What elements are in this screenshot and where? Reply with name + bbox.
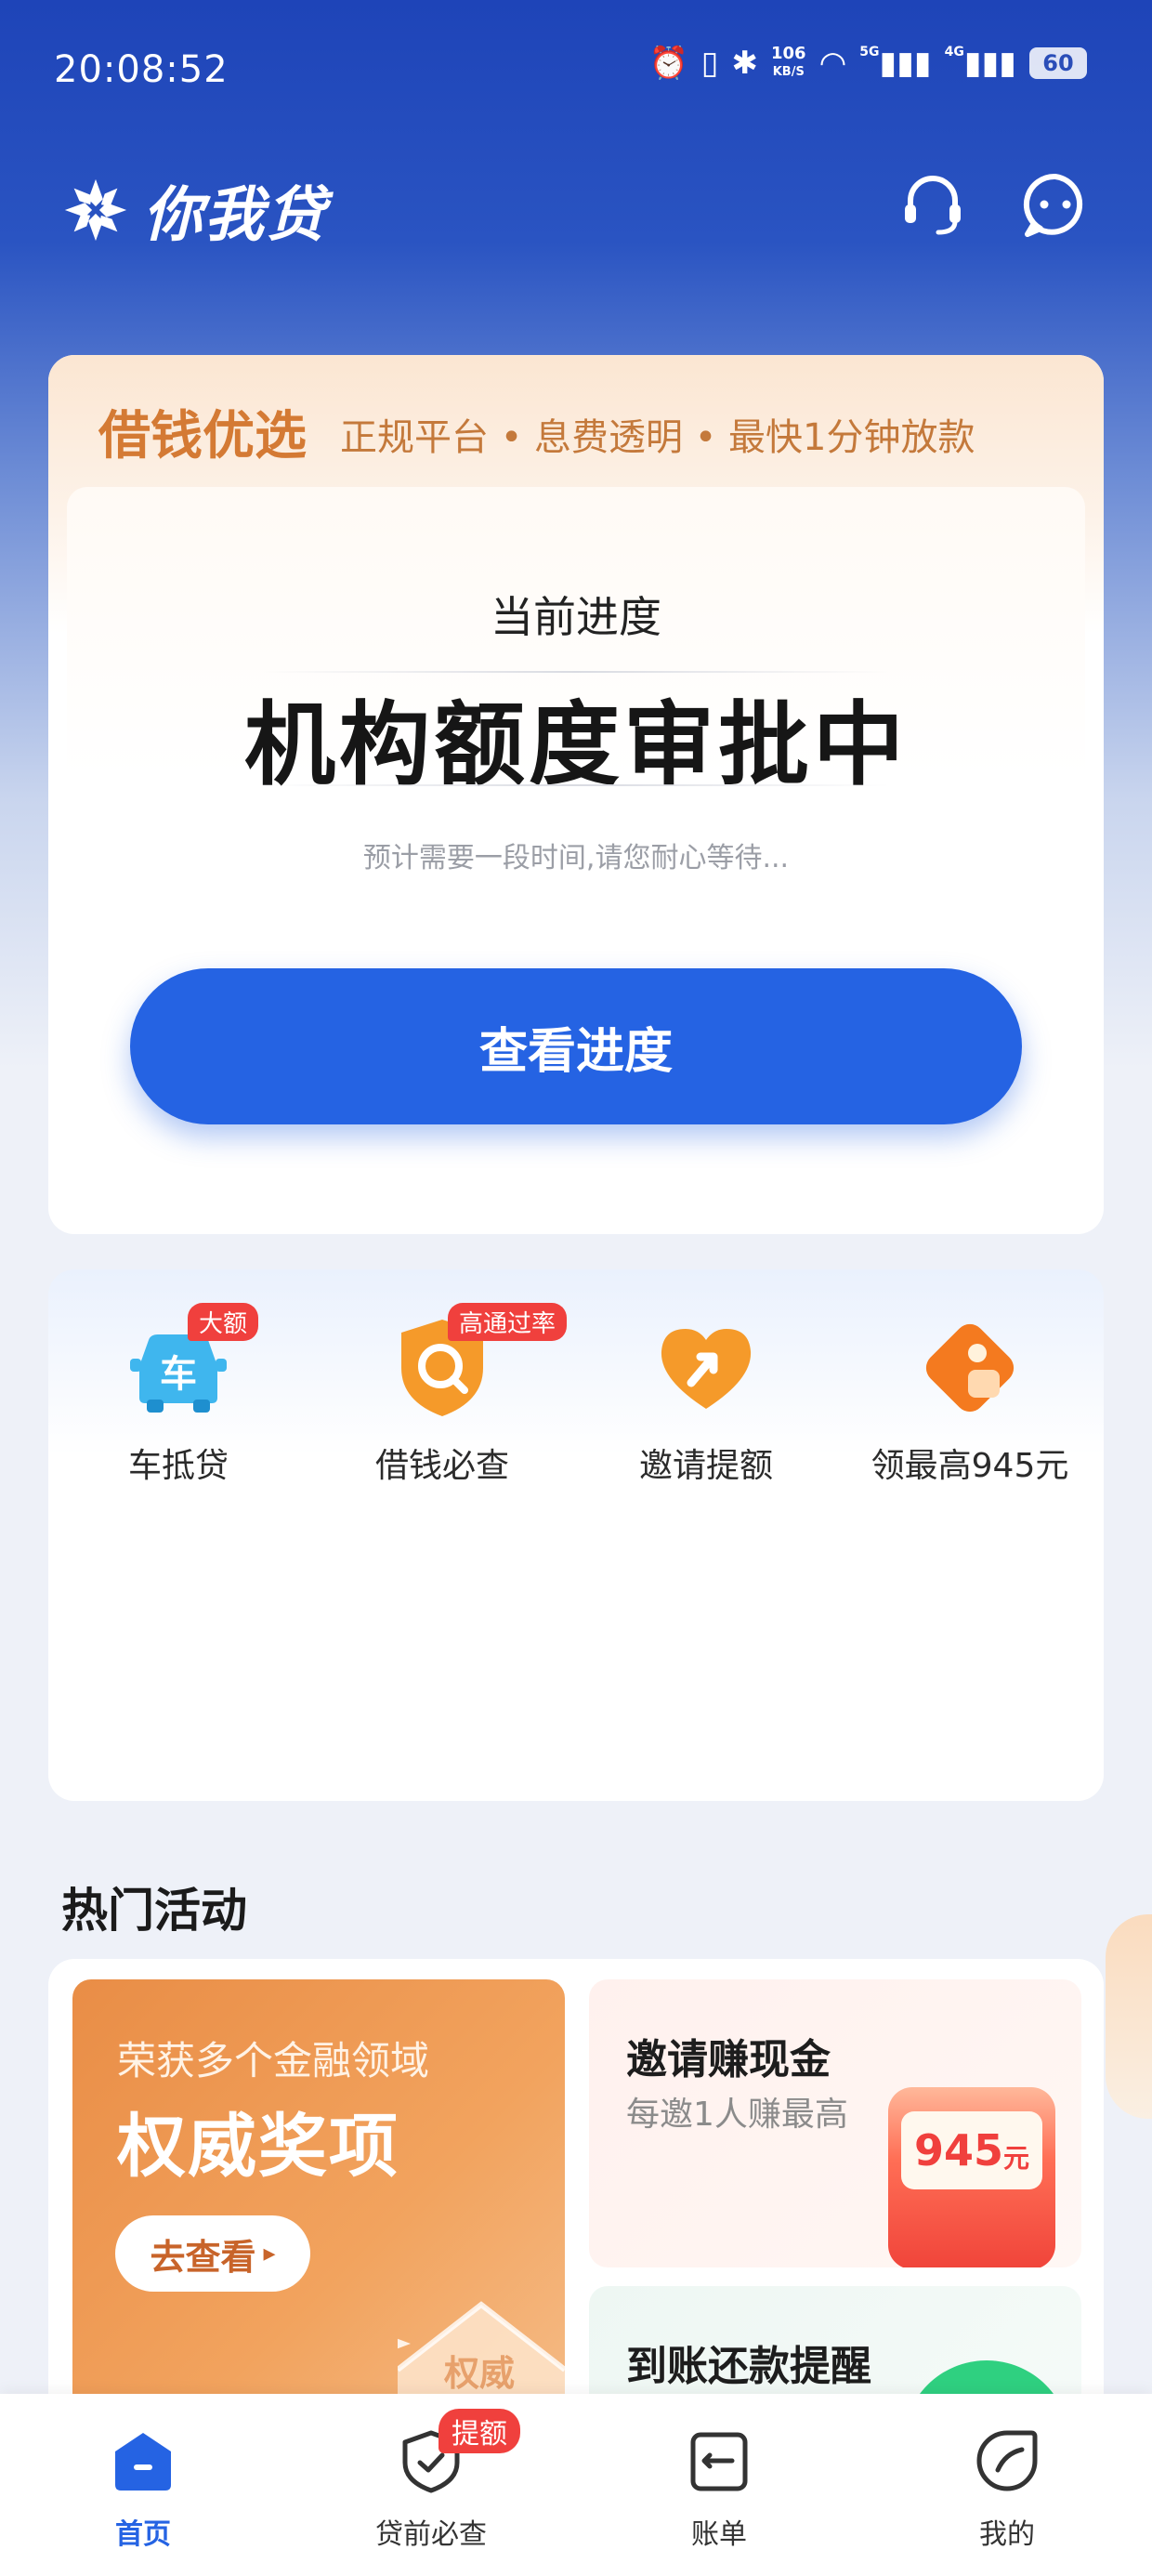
signal-4g: 4G▮▮▮ <box>944 45 1016 82</box>
wifi-icon: ◠ <box>818 45 847 82</box>
chat-bubble-icon <box>1023 173 1083 237</box>
customer-service-button[interactable] <box>896 167 970 242</box>
promo-invite-title: 邀请赚现金 <box>626 2036 831 2083</box>
service-invite-raise[interactable]: 邀请提额 <box>604 1312 808 1487</box>
tab-mine[interactable]: 我的 <box>914 2427 1100 2552</box>
alarm-icon: ⏰ <box>648 45 688 82</box>
status-time: 20:08:52 <box>54 48 229 91</box>
home-icon <box>110 2427 177 2494</box>
status-icons: ⏰ ▯ ✱ 106 KB/S ◠ 5G▮▮▮ 4G▮▮▮ 60 <box>648 45 1087 82</box>
tab-home[interactable]: 首页 <box>50 2427 236 2552</box>
progress-status: 机构额度审批中 <box>243 692 908 798</box>
bill-icon <box>686 2427 753 2494</box>
app-logo: 你我贷 <box>59 167 327 253</box>
tab-bills[interactable]: 账单 <box>626 2427 812 2552</box>
loan-progress-card: 借钱优选 正规平台 • 息费透明 • 最快1分钟放款 当前进度 机构额度审批中 … <box>48 355 1104 1234</box>
tab-label: 首页 <box>115 2518 171 2551</box>
svg-text:车: 车 <box>160 1353 197 1396</box>
signal-5g: 5G▮▮▮ <box>859 45 932 82</box>
heart-arrow-icon <box>650 1312 762 1424</box>
red-envelope-icon: 945 元 <box>888 2087 1055 2267</box>
tab-pre-loan-check[interactable]: 提额 贷前必查 <box>338 2409 524 2552</box>
profile-leaf-icon <box>974 2427 1041 2494</box>
service-label: 邀请提额 <box>638 1447 773 1485</box>
service-loan-check[interactable]: 高通过率 借钱必查 <box>340 1303 568 1487</box>
promo-award-button-label: 去查看 <box>150 2236 256 2278</box>
tab-label: 贷前必查 <box>375 2518 487 2551</box>
invite-amount: 945 <box>913 2125 1003 2175</box>
shield-check-icon: 提额 <box>398 2409 520 2494</box>
promo-reminder-title: 到账还款提醒 <box>626 2343 871 2390</box>
floating-side-widget[interactable] <box>1106 1914 1152 2119</box>
progress-hint: 预计需要一段时间,请您耐心等待... <box>362 842 790 874</box>
service-coupon[interactable]: 领最高945元 <box>868 1312 1072 1487</box>
invite-unit: 元 <box>1003 2143 1030 2174</box>
promo-award-sub: 荣获多个金融领域 <box>117 2038 430 2083</box>
service-label: 领最高945元 <box>871 1447 1069 1485</box>
service-badge: 高通过率 <box>448 1303 568 1341</box>
promo-invite-sub: 每邀1人赚最高 <box>626 2096 848 2134</box>
speed-value: 106 <box>771 44 806 63</box>
promo-award-title: 权威奖项 <box>117 2107 399 2187</box>
tab-badge: 提额 <box>439 2409 520 2453</box>
search-shield-icon: 高通过率 <box>386 1303 568 1424</box>
bluetooth-icon: ✱ <box>731 45 759 82</box>
red-envelope-amount: 945 元 <box>901 2111 1042 2189</box>
headset-icon <box>905 176 961 235</box>
section-title-hot: 热门活动 <box>61 1884 247 1938</box>
network-speed: 106 KB/S <box>771 46 806 81</box>
brand-title: 借钱优选 <box>98 405 307 467</box>
signal-4g-label: 4G <box>944 45 964 59</box>
tab-label: 账单 <box>691 2518 747 2551</box>
tab-label: 我的 <box>979 2518 1035 2551</box>
vibrate-icon: ▯ <box>700 45 719 82</box>
coupon-icon <box>914 1312 1026 1424</box>
service-car-loan[interactable]: 车 大额 车抵贷 <box>76 1303 281 1487</box>
status-bar: 20:08:52 ⏰ ▯ ✱ 106 KB/S ◠ 5G▮▮▮ 4G▮▮▮ 60 <box>0 0 1152 139</box>
services-card: 车 大额 车抵贷 高通过率 借钱必查 邀请提额 领最高945元 <box>48 1269 1104 1801</box>
service-label: 借钱必查 <box>374 1447 509 1485</box>
signal-5g-label: 5G <box>859 45 880 59</box>
house-line-1: 权威 <box>444 2353 516 2394</box>
service-label: 车抵贷 <box>127 1447 229 1485</box>
brand-slogan: 正规平台 • 息费透明 • 最快1分钟放款 <box>340 416 975 459</box>
battery-icon: 60 <box>1029 47 1087 79</box>
status-divider-bottom <box>262 784 890 786</box>
caret-right-icon: ▸ <box>263 2240 276 2267</box>
car-icon: 车 大额 <box>123 1303 259 1424</box>
promo-award-button[interactable]: 去查看 ▸ <box>115 2215 310 2292</box>
messages-button[interactable] <box>1018 167 1093 242</box>
promo-invite[interactable]: 邀请赚现金 每邀1人赚最高 945 元 <box>589 1979 1081 2267</box>
speed-unit: KB/S <box>772 65 805 79</box>
bottom-nav: 首页 提额 贷前必查 账单 我的 <box>0 2394 1152 2576</box>
view-progress-button[interactable]: 查看进度 <box>130 968 1022 1124</box>
logo-text: 你我贷 <box>143 181 327 250</box>
app-header: 你我贷 <box>0 149 1152 260</box>
progress-label: 当前进度 <box>491 592 661 642</box>
service-badge: 大额 <box>188 1303 259 1341</box>
logo-mark-icon <box>64 178 127 242</box>
